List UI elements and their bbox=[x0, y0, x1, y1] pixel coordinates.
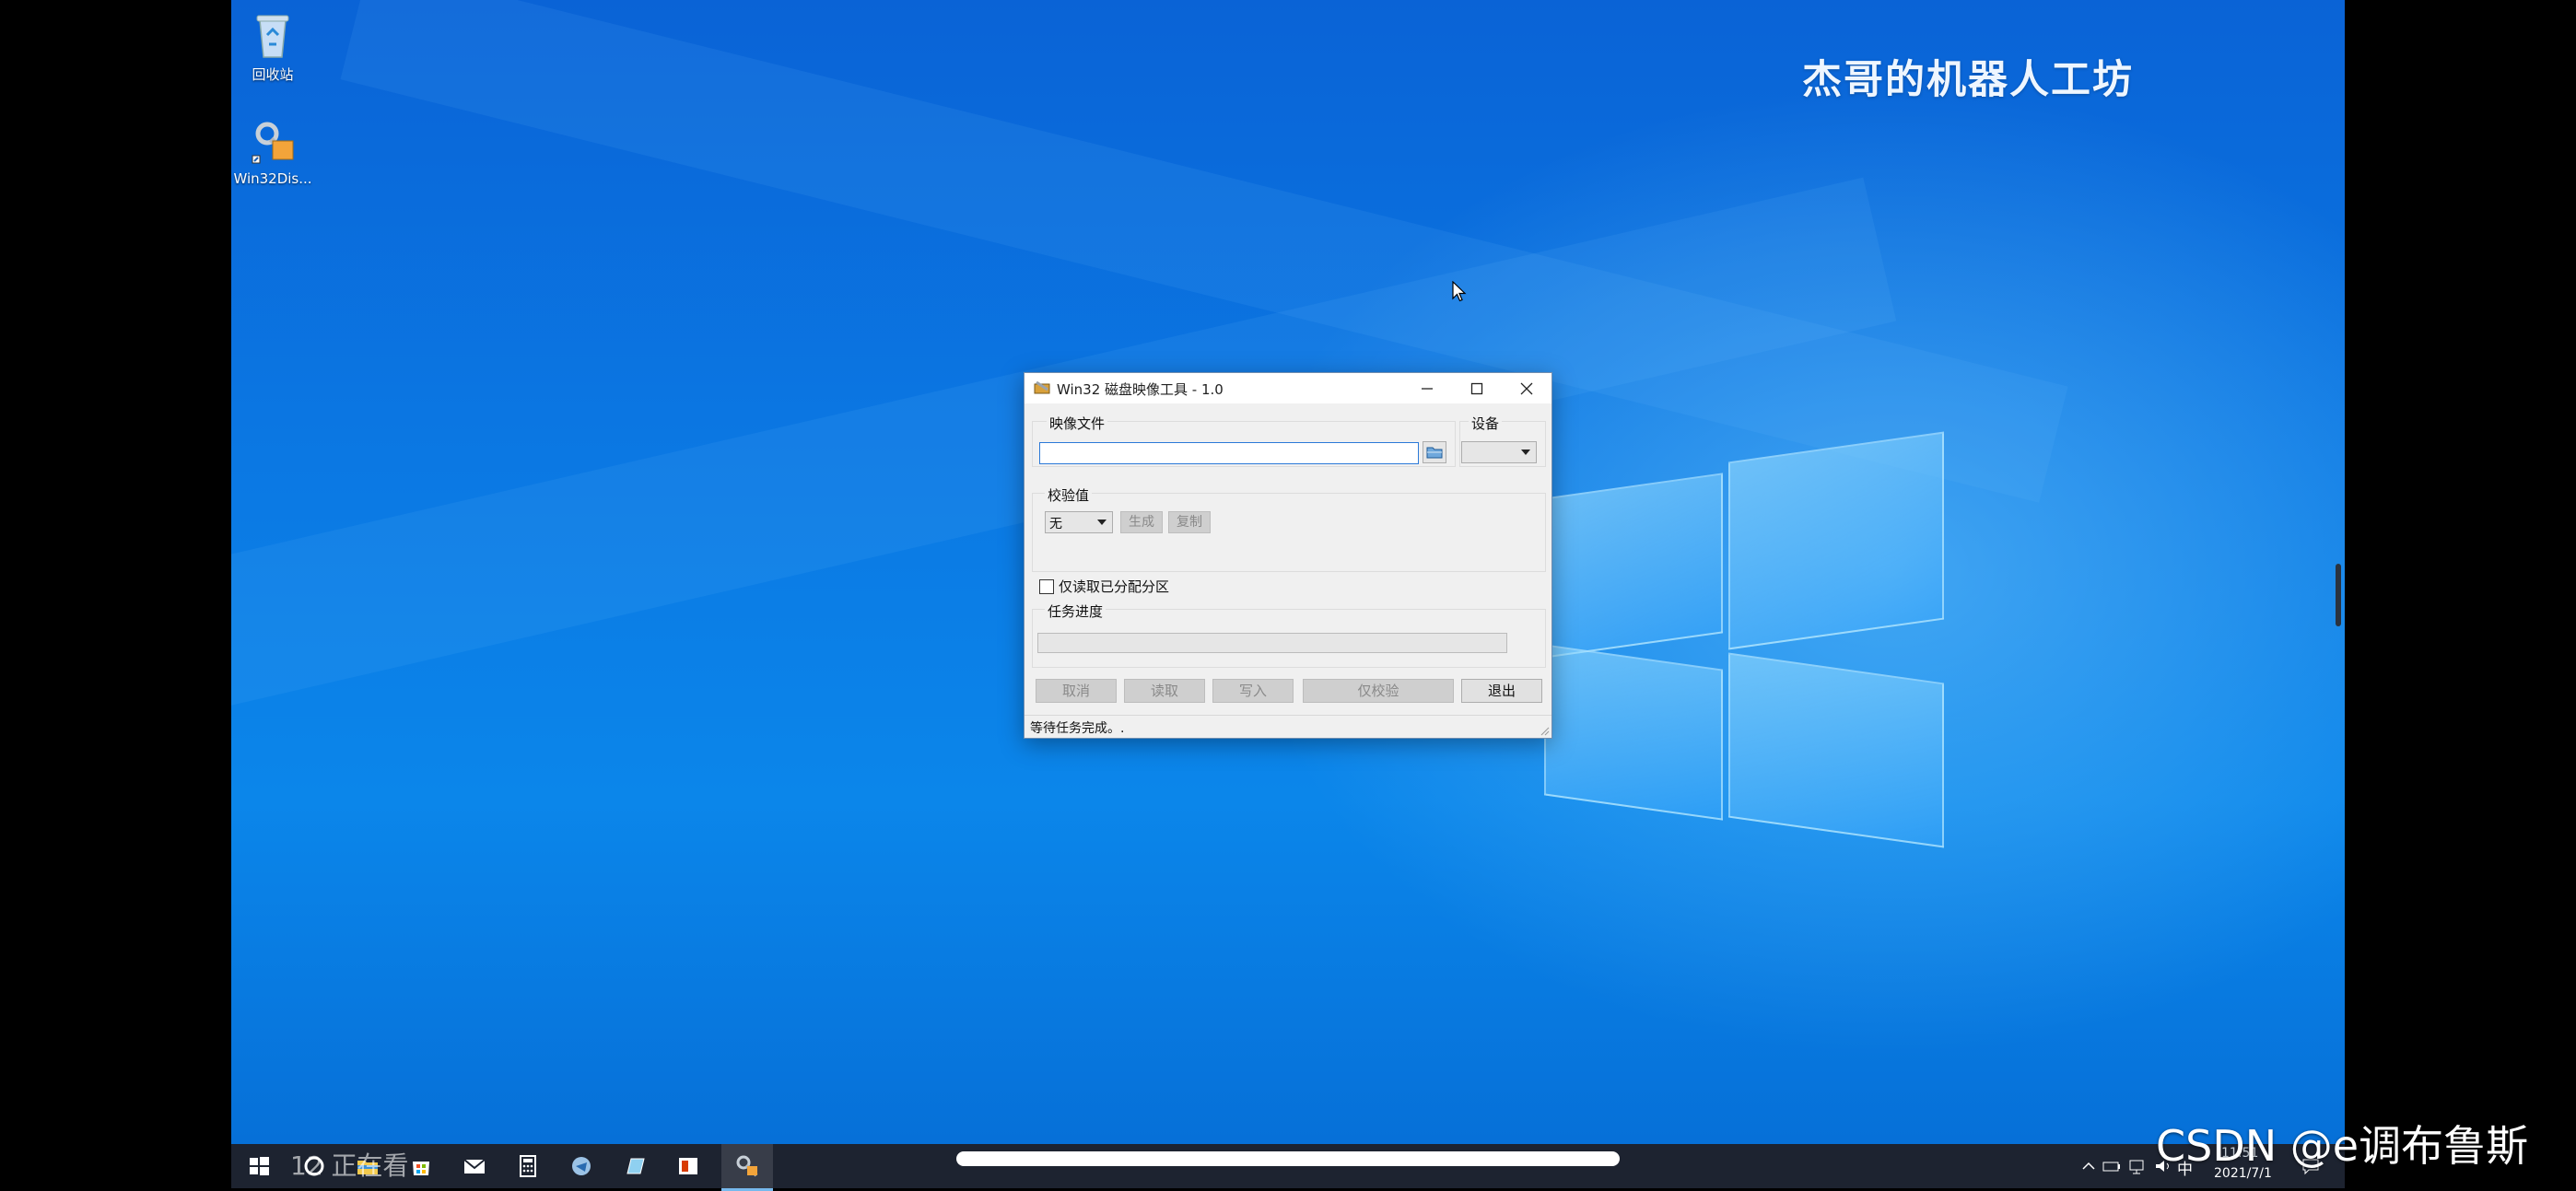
calculator-icon[interactable] bbox=[515, 1153, 541, 1179]
window-title: Win32 磁盘映像工具 - 1.0 bbox=[1057, 381, 1224, 398]
resize-grip-icon[interactable] bbox=[1540, 727, 1550, 736]
windows-start-icon[interactable] bbox=[246, 1153, 272, 1179]
exit-button[interactable]: 退出 bbox=[1461, 679, 1542, 703]
win32-disk-imager-taskbar-icon bbox=[736, 1155, 758, 1177]
write-button[interactable]: 写入 bbox=[1212, 679, 1294, 703]
verify-only-button[interactable]: 仅校验 bbox=[1303, 679, 1454, 703]
win32-disk-imager-window: Win32 磁盘映像工具 - 1.0 映像文件 设备 校验值 无 生成 复制 仅… bbox=[1024, 372, 1552, 739]
maximize-button[interactable] bbox=[1452, 373, 1502, 403]
read-only-partitions-checkbox[interactable] bbox=[1039, 579, 1054, 594]
title-bar[interactable]: Win32 磁盘映像工具 - 1.0 bbox=[1025, 373, 1551, 403]
desktop-icon-win32-disk-imager[interactable]: Win32Dis... bbox=[231, 115, 314, 187]
desktop-icon-label: 回收站 bbox=[252, 66, 294, 83]
progress-label: 任务进度 bbox=[1045, 601, 1107, 621]
read-button[interactable]: 读取 bbox=[1124, 679, 1205, 703]
generate-button[interactable]: 生成 bbox=[1120, 511, 1163, 533]
mobile-gesture-bar[interactable] bbox=[956, 1151, 1620, 1166]
status-text: 等待任务完成。. bbox=[1030, 721, 1125, 736]
desktop-icon-label: Win32Dis... bbox=[233, 170, 312, 187]
mouse-cursor-icon bbox=[1452, 281, 1467, 302]
image-file-label: 映像文件 bbox=[1047, 414, 1108, 433]
close-icon bbox=[1520, 382, 1533, 395]
battery-icon[interactable] bbox=[2102, 1157, 2122, 1175]
taskbar-active-app[interactable] bbox=[721, 1144, 773, 1191]
csdn-watermark: CSDN @e调布鲁斯 bbox=[2156, 1121, 2529, 1171]
store-icon[interactable] bbox=[408, 1153, 434, 1179]
recycle-bin-icon bbox=[249, 9, 297, 61]
cancel-button[interactable]: 取消 bbox=[1036, 679, 1117, 703]
device-select[interactable] bbox=[1461, 441, 1537, 463]
media-app-icon[interactable] bbox=[568, 1153, 594, 1179]
chevron-down-icon bbox=[1097, 520, 1107, 525]
read-only-partitions-label: 仅读取已分配分区 bbox=[1059, 578, 1170, 595]
live-viewers-count: 12 正在看 bbox=[290, 1150, 409, 1181]
image-file-input[interactable] bbox=[1039, 442, 1419, 464]
device-label: 设备 bbox=[1469, 414, 1503, 433]
network-icon[interactable] bbox=[2127, 1157, 2148, 1175]
checksum-type-select[interactable]: 无 bbox=[1045, 511, 1113, 533]
browse-folder-button[interactable] bbox=[1423, 441, 1446, 463]
checksum-label: 校验值 bbox=[1045, 485, 1093, 505]
task-progress-bar bbox=[1037, 633, 1507, 653]
mail-icon[interactable] bbox=[462, 1153, 487, 1179]
app-icon bbox=[1034, 380, 1050, 394]
maximize-icon bbox=[1470, 382, 1483, 395]
tray-chevron-up-icon[interactable] bbox=[2079, 1157, 2098, 1175]
close-button[interactable] bbox=[1502, 373, 1551, 403]
desktop-icon-recycle-bin[interactable]: 回收站 bbox=[231, 9, 314, 84]
minimize-icon bbox=[1422, 388, 1433, 390]
status-bar: 等待任务完成。. bbox=[1025, 715, 1551, 738]
notepad-app-icon[interactable] bbox=[622, 1153, 648, 1179]
win32-disk-imager-icon bbox=[249, 115, 297, 167]
side-edge-handle[interactable] bbox=[2336, 564, 2341, 626]
folder-icon bbox=[1426, 447, 1443, 459]
office-app-icon[interactable] bbox=[675, 1153, 701, 1179]
minimize-button[interactable] bbox=[1402, 373, 1452, 403]
uploader-watermark: 杰哥的机器人工坊 bbox=[1802, 57, 2134, 103]
copy-button[interactable]: 复制 bbox=[1168, 511, 1211, 533]
chevron-down-icon bbox=[1521, 450, 1530, 455]
